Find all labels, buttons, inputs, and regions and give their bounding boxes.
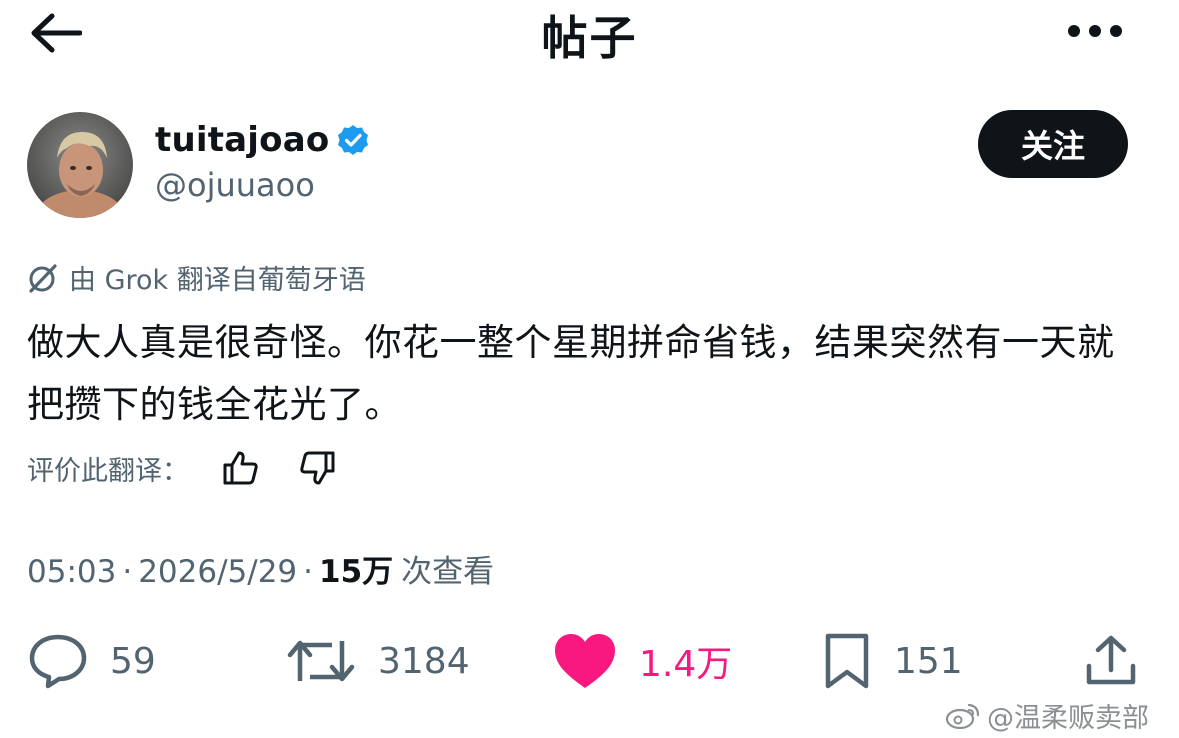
tweet-text: 做大人真是很奇怪。你花一整个星期拼命省钱，结果突然有一天就把攒下的钱全花光了。 bbox=[27, 321, 1115, 426]
display-name-row[interactable]: tuitajoao bbox=[155, 120, 369, 160]
reply-count: 59 bbox=[110, 640, 156, 682]
heart-filled-icon bbox=[555, 634, 615, 688]
like-count: 1.4万 bbox=[639, 644, 733, 685]
retweet-icon bbox=[287, 640, 355, 682]
verified-badge-icon bbox=[338, 125, 369, 155]
post-page: 帖子 tuitajoao @ojuuaoo 关注 由 Grok 翻译自葡萄牙语 … bbox=[0, 0, 1179, 738]
follow-button[interactable]: 关注 bbox=[978, 110, 1128, 178]
post-time: 05:03 bbox=[27, 554, 117, 590]
reply-button[interactable]: 59 bbox=[28, 630, 156, 692]
rate-translation-row: 评价此翻译： bbox=[27, 448, 343, 488]
weibo-logo-icon bbox=[945, 703, 980, 729]
thumbs-down-icon bbox=[300, 451, 335, 485]
translation-attribution: 由 Grok 翻译自葡萄牙语 bbox=[27, 258, 366, 297]
share-button[interactable] bbox=[1084, 630, 1138, 692]
retweet-button[interactable]: 3184 bbox=[286, 630, 470, 692]
page-title: 帖子 bbox=[541, 11, 638, 65]
post-meta: 05:03 · 2026/5/29 · 15万 次查看 bbox=[27, 546, 494, 591]
grok-icon bbox=[29, 263, 57, 293]
thumbs-down-button[interactable] bbox=[291, 448, 343, 488]
rate-translation-label: 评价此翻译： bbox=[27, 455, 189, 487]
bookmark-button[interactable]: 151 bbox=[822, 630, 963, 692]
avatar-image bbox=[27, 112, 133, 218]
retweet-count: 3184 bbox=[378, 640, 470, 682]
user-handle[interactable]: @ojuuaoo bbox=[155, 166, 315, 204]
weibo-watermark: @温柔贩卖部 bbox=[945, 696, 1149, 735]
translation-label: 由 Grok 翻译自葡萄牙语 bbox=[69, 265, 366, 296]
more-horizontal-icon bbox=[1068, 25, 1122, 37]
post-date: 2026/5/29 bbox=[138, 554, 298, 590]
bookmark-icon bbox=[825, 633, 869, 689]
thumbs-up-icon bbox=[223, 451, 258, 485]
more-options-button[interactable] bbox=[1060, 14, 1130, 48]
thumbs-up-button[interactable] bbox=[215, 448, 267, 488]
bookmark-count: 151 bbox=[894, 640, 963, 682]
display-name[interactable]: tuitajoao bbox=[155, 120, 329, 160]
meta-separator: · bbox=[303, 554, 314, 590]
reply-icon bbox=[29, 634, 87, 689]
top-bar: 帖子 bbox=[0, 0, 1179, 70]
avatar[interactable] bbox=[27, 112, 133, 218]
views-label: 次查看 bbox=[401, 554, 495, 590]
meta-separator: · bbox=[122, 554, 133, 590]
share-icon bbox=[1086, 635, 1136, 685]
watermark-text: @温柔贩卖部 bbox=[987, 703, 1149, 734]
like-button[interactable]: 1.4万 bbox=[553, 630, 732, 692]
view-count[interactable]: 15万 bbox=[319, 546, 393, 591]
